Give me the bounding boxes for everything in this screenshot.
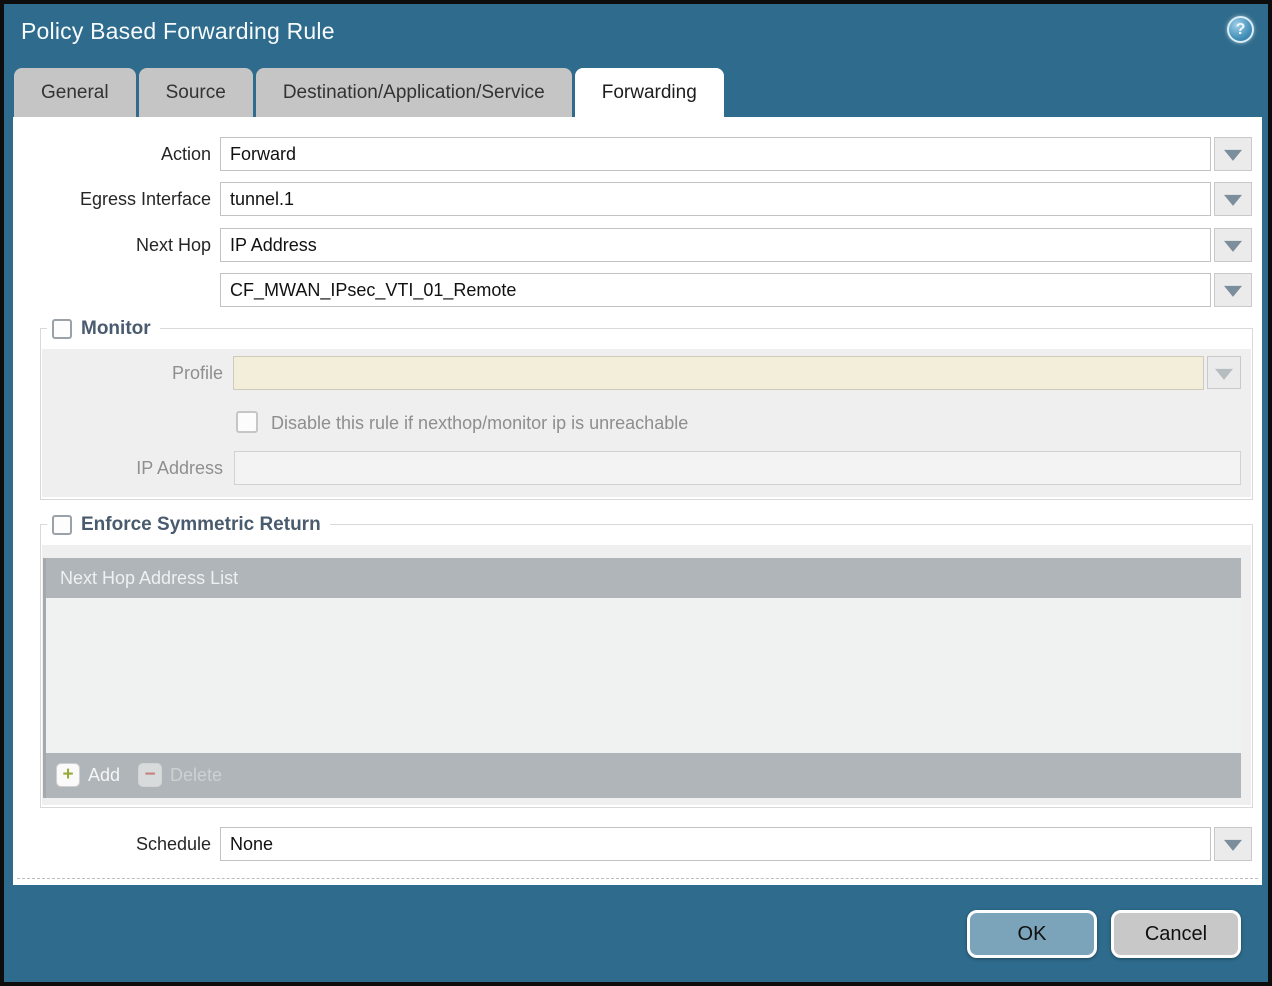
next-hop-address-list-table: Next Hop Address List + Add − Delete: [43, 558, 1241, 798]
chevron-down-icon: [1215, 368, 1233, 379]
tab-general[interactable]: General: [14, 68, 136, 117]
chevron-down-icon: [1224, 195, 1242, 206]
profile-select: [233, 356, 1204, 390]
profile-label: Profile: [41, 356, 223, 390]
ok-button[interactable]: OK: [967, 910, 1097, 958]
plus-icon: +: [56, 763, 80, 787]
enforce-symmetric-return-checkbox[interactable]: [52, 515, 72, 535]
chevron-down-icon: [1224, 840, 1242, 851]
schedule-dropdown-button[interactable]: [1214, 827, 1252, 861]
action-label: Action: [13, 137, 211, 171]
monitor-legend-label: Monitor: [81, 318, 151, 340]
next-hop-row: Next Hop IP Address: [13, 228, 1262, 262]
monitor-legend: Monitor: [47, 315, 160, 343]
delete-button: − Delete: [138, 763, 222, 787]
forwarding-tab-panel: Action Forward Egress Interface tunnel.1…: [13, 117, 1262, 885]
egress-interface-row: Egress Interface tunnel.1: [13, 182, 1262, 216]
enforce-symmetric-return-legend: Enforce Symmetric Return: [47, 511, 330, 539]
egress-interface-dropdown-button[interactable]: [1214, 182, 1252, 216]
panel-bottom-divider: [17, 878, 1258, 879]
chevron-down-icon: [1224, 286, 1242, 297]
next-hop-address-input[interactable]: CF_MWAN_IPsec_VTI_01_Remote: [220, 273, 1211, 307]
profile-dropdown-button: [1207, 356, 1241, 389]
tab-destination-application-service[interactable]: Destination/Application/Service: [256, 68, 572, 117]
disable-rule-label: Disable this rule if nexthop/monitor ip …: [271, 413, 688, 434]
enforce-symmetric-return-section: Enforce Symmetric Return Next Hop Addres…: [40, 524, 1253, 808]
next-hop-address-dropdown-button[interactable]: [1214, 273, 1252, 307]
schedule-row: Schedule None: [13, 827, 1262, 861]
next-hop-label: Next Hop: [13, 228, 211, 262]
disable-rule-checkbox: [236, 411, 258, 433]
delete-button-label: Delete: [170, 765, 222, 786]
schedule-select[interactable]: None: [220, 827, 1211, 861]
dialog-title: Policy Based Forwarding Rule: [21, 18, 335, 45]
chevron-down-icon: [1224, 150, 1242, 161]
add-button[interactable]: + Add: [56, 763, 120, 787]
help-icon[interactable]: ?: [1227, 16, 1254, 43]
monitor-ip-address-input: [234, 451, 1241, 485]
next-hop-address-row: CF_MWAN_IPsec_VTI_01_Remote: [13, 273, 1262, 307]
next-hop-address-list-toolbar: + Add − Delete: [46, 753, 1241, 798]
enforce-symmetric-return-label: Enforce Symmetric Return: [81, 514, 321, 536]
tab-forwarding[interactable]: Forwarding: [575, 68, 724, 117]
tab-bar: General Source Destination/Application/S…: [14, 68, 724, 117]
schedule-label: Schedule: [13, 827, 211, 861]
next-hop-address-list-body[interactable]: [46, 598, 1241, 753]
next-hop-address-list-header: Next Hop Address List: [46, 558, 1241, 598]
monitor-checkbox[interactable]: [52, 319, 72, 339]
monitor-ip-address-label: IP Address: [41, 451, 223, 485]
next-hop-type-select[interactable]: IP Address: [220, 228, 1211, 262]
next-hop-dropdown-button[interactable]: [1214, 228, 1252, 262]
action-select[interactable]: Forward: [220, 137, 1211, 171]
pbf-rule-dialog: Policy Based Forwarding Rule ? General S…: [0, 0, 1272, 986]
chevron-down-icon: [1224, 241, 1242, 252]
cancel-button[interactable]: Cancel: [1111, 910, 1241, 958]
action-dropdown-button[interactable]: [1214, 137, 1252, 171]
add-button-label: Add: [88, 765, 120, 786]
tab-source[interactable]: Source: [139, 68, 253, 117]
action-row: Action Forward: [13, 137, 1262, 171]
egress-interface-label: Egress Interface: [13, 182, 211, 216]
egress-interface-select[interactable]: tunnel.1: [220, 182, 1211, 216]
monitor-section: Monitor Profile Disable this rule if nex…: [40, 328, 1253, 500]
minus-icon: −: [138, 763, 162, 787]
